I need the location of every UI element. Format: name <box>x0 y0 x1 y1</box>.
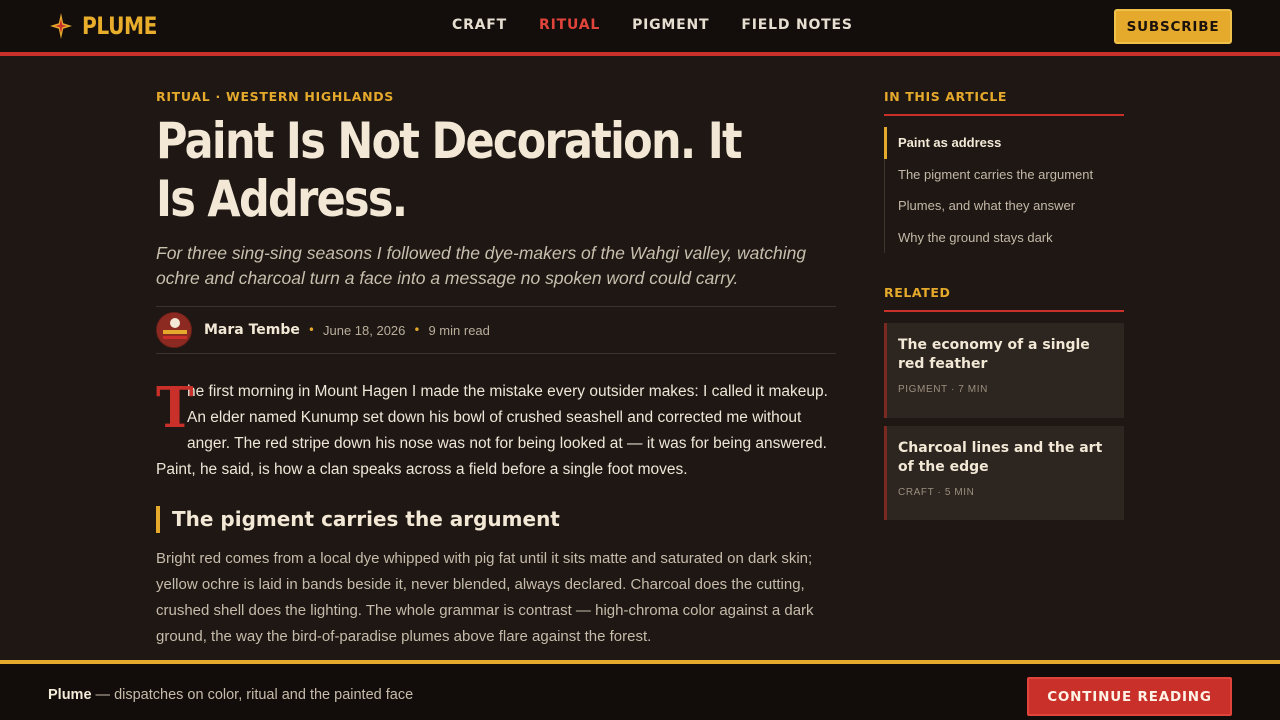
footer-brand: Plume <box>48 687 92 703</box>
drop-cap: T <box>156 375 194 441</box>
article-lede: The first morning in Mount Hagen I made … <box>156 379 836 483</box>
nav-item-craft[interactable]: CRAFT <box>452 17 507 33</box>
toc-item-ground-dark[interactable]: Why the ground stays dark <box>885 222 1124 254</box>
author-avatar[interactable] <box>156 312 192 348</box>
byline: Mara Tembe • June 18, 2026 • 9 min read <box>156 306 836 354</box>
toc-item-pigment-argument[interactable]: The pigment carries the argument <box>885 159 1124 191</box>
section-heading: The pigment carries the argument <box>156 506 560 533</box>
toc-heading: IN THIS ARTICLE <box>884 89 1124 116</box>
brand-name: PLUME <box>82 12 158 40</box>
star-burst-icon <box>50 13 72 39</box>
subscribe-button[interactable]: SUBSCRIBE <box>1114 9 1232 44</box>
sticky-footer-bar: Plume — dispatches on color, ritual and … <box>0 660 1280 720</box>
article-title: Paint Is Not Decoration. It Is Address. <box>156 112 743 228</box>
section-paragraph: Bright red comes from a local dye whippe… <box>156 550 814 645</box>
article-dek: For three sing-sing seasons I followed t… <box>156 243 807 288</box>
separator-dot: • <box>307 323 315 337</box>
publish-date: June 18, 2026 <box>322 322 406 338</box>
nav-item-pigment[interactable]: PIGMENT <box>632 17 709 33</box>
related-card[interactable]: Charcoal lines and the art of the edge C… <box>884 426 1124 520</box>
footer-tagline: Plume — dispatches on color, ritual and … <box>48 687 413 703</box>
related-card-meta: PIGMENT · 7 MIN <box>898 384 988 395</box>
toc-item-paint-as-address[interactable]: Paint as address <box>884 127 1124 159</box>
related-card-title: Charcoal lines and the art of the edge <box>898 440 1103 475</box>
continue-reading-button[interactable]: CONTINUE READING <box>1027 677 1232 716</box>
main-nav: CRAFT RITUAL PIGMENT FIELD NOTES <box>452 17 885 33</box>
lede-text: he first morning in Mount Hagen I made t… <box>156 383 828 478</box>
top-navigation-bar: PLUME CRAFT RITUAL PIGMENT FIELD NOTES S… <box>0 0 1280 56</box>
read-time: 9 min read <box>428 322 490 338</box>
table-of-contents: Paint as address The pigment carries the… <box>884 127 1124 253</box>
related-card[interactable]: The economy of a single red feather PIGM… <box>884 323 1124 418</box>
nav-item-field-notes[interactable]: FIELD NOTES <box>741 17 852 33</box>
brand-logo[interactable]: PLUME <box>50 11 171 41</box>
avatar-face-icon <box>157 313 191 347</box>
related-heading: RELATED <box>884 285 1124 312</box>
footer-tagline-text: — dispatches on color, ritual and the pa… <box>91 687 414 703</box>
author-name[interactable]: Mara Tembe <box>204 322 300 338</box>
related-card-meta: CRAFT · 5 MIN <box>898 487 975 498</box>
separator-dot: • <box>413 323 421 337</box>
toc-item-plumes[interactable]: Plumes, and what they answer <box>885 190 1124 222</box>
nav-item-ritual[interactable]: RITUAL <box>539 17 600 33</box>
article-kicker[interactable]: RITUAL · WESTERN HIGHLANDS <box>156 89 394 104</box>
related-card-title: The economy of a single red feather <box>898 337 1090 372</box>
